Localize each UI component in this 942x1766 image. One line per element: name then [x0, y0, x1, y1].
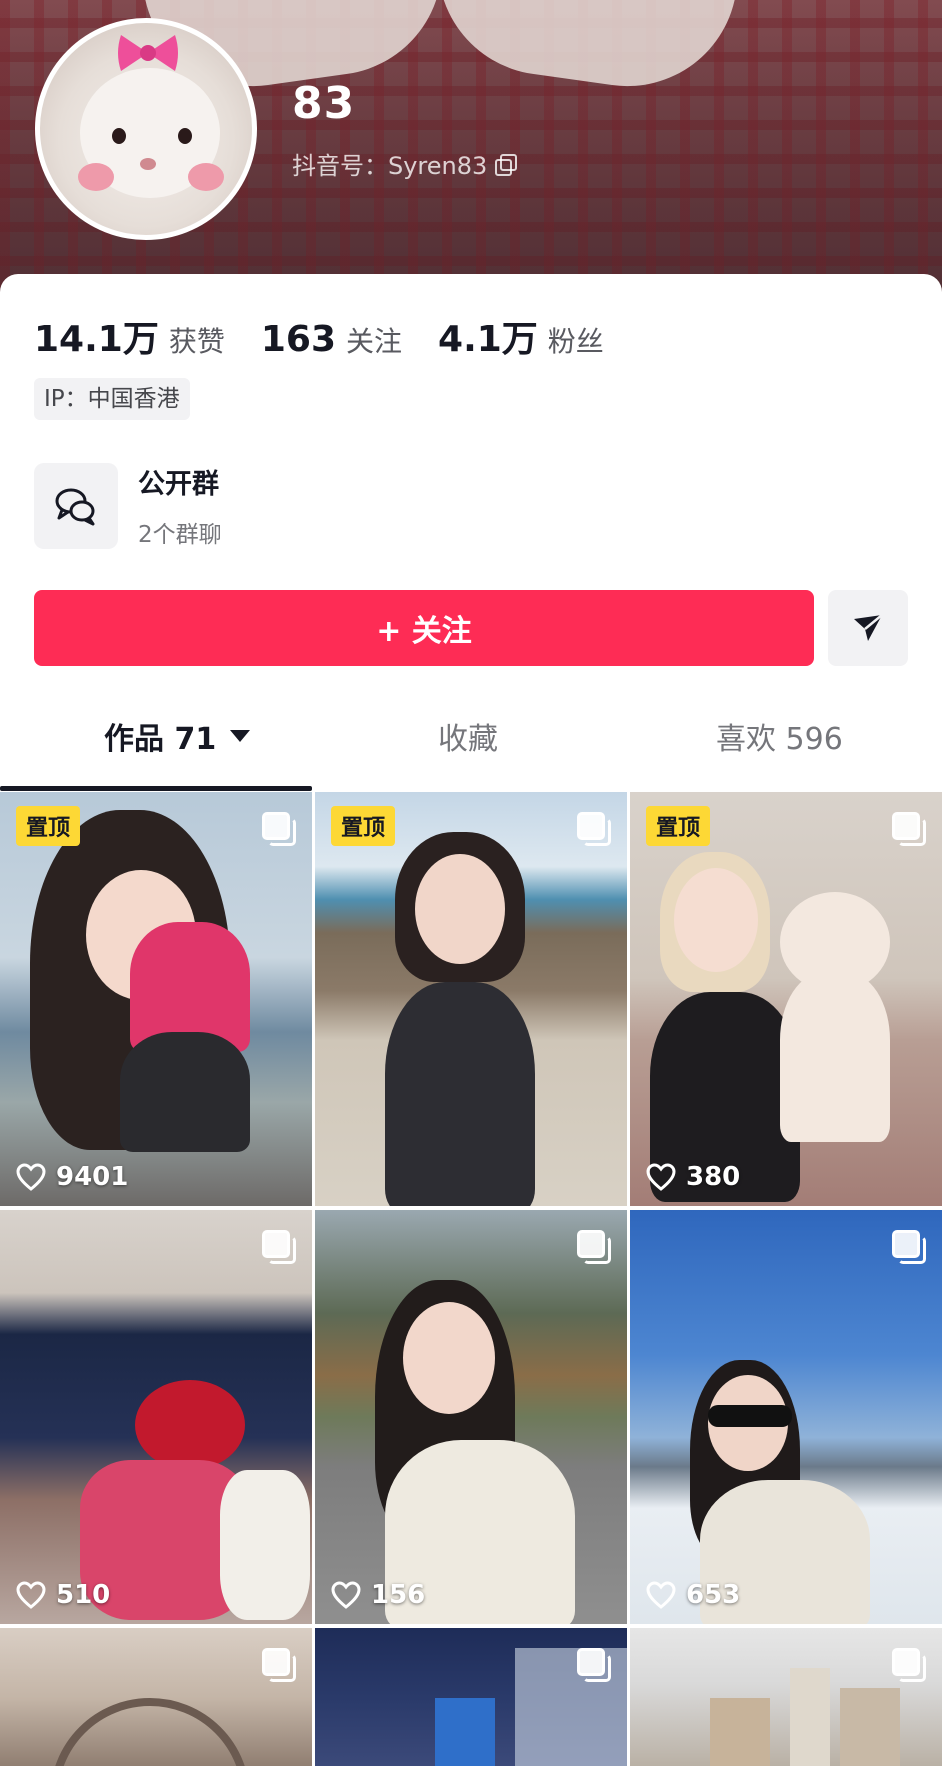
video-likes-count: 9401 [56, 1162, 129, 1192]
video-thumbnail [0, 1210, 312, 1624]
stat-followers[interactable]: 4.1万 粉丝 [438, 310, 604, 362]
video-likes: 156 [331, 1580, 425, 1610]
pinned-badge: 置顶 [331, 806, 396, 846]
video-likes: 510 [16, 1580, 110, 1610]
tab-likes[interactable]: 喜欢 596 [716, 714, 843, 758]
heart-icon [646, 1163, 676, 1191]
heart-icon [16, 1163, 46, 1191]
video-thumbnail [0, 792, 312, 1206]
heart-icon [16, 1581, 46, 1609]
video-tile[interactable]: 510 [0, 1210, 312, 1624]
active-tab-indicator [0, 786, 312, 791]
bow-icon [118, 35, 178, 71]
chat-bubbles-icon [55, 488, 95, 525]
douyin-id-text: 抖音号：Syren83 [292, 152, 488, 180]
video-likes: 9401 [16, 1162, 128, 1192]
video-tile[interactable] [630, 1628, 942, 1766]
multi-image-icon [892, 1648, 926, 1682]
stat-following[interactable]: 163 关注 [261, 319, 402, 360]
video-thumbnail [315, 1210, 627, 1624]
video-tile[interactable]: 653 [630, 1210, 942, 1624]
multi-image-icon [892, 812, 926, 846]
video-tile[interactable]: 置顶 380 [630, 792, 942, 1206]
share-button[interactable] [828, 590, 908, 666]
pinned-badge: 置顶 [646, 806, 711, 846]
video-likes-count: 156 [371, 1580, 426, 1610]
video-tile[interactable]: 156 [315, 1210, 627, 1624]
video-likes-count: 653 [686, 1580, 741, 1610]
send-icon [854, 614, 883, 641]
avatar[interactable] [35, 18, 257, 240]
stats-row: 14.1万 获赞 163 关注 4.1万 粉丝 [34, 310, 640, 362]
stat-followers-label: 粉丝 [547, 325, 604, 358]
stat-following-label: 关注 [346, 325, 403, 358]
public-group-entry[interactable]: 公开群 2个群聊 [34, 462, 222, 549]
multi-image-icon [577, 812, 611, 846]
multi-image-icon [262, 1648, 296, 1682]
video-likes-count: 380 [686, 1162, 741, 1192]
video-likes: 653 [646, 1580, 740, 1610]
video-tile[interactable] [0, 1628, 312, 1766]
content-tabs: 作品 71 收藏 喜欢 596 [0, 692, 942, 792]
copy-icon[interactable] [495, 153, 518, 176]
heart-icon [646, 1581, 676, 1609]
multi-image-icon [577, 1648, 611, 1682]
tab-works[interactable]: 作品 71 [104, 714, 251, 758]
video-likes: 380 [646, 1162, 740, 1192]
stat-following-value: 163 [260, 319, 336, 360]
stat-likes[interactable]: 14.1万 获赞 [34, 310, 225, 362]
pinned-badge: 置顶 [16, 806, 81, 846]
multi-image-icon [892, 1230, 926, 1264]
multi-image-icon [262, 1230, 296, 1264]
video-tile[interactable]: 置顶 [315, 792, 627, 1206]
video-thumbnail [630, 1210, 942, 1624]
tab-favorites[interactable]: 收藏 [438, 714, 498, 758]
video-thumbnail [315, 792, 627, 1206]
group-subtitle: 2个群聊 [138, 522, 222, 548]
stat-likes-value: 14.1万 [34, 319, 159, 360]
video-tile[interactable]: 置顶 9401 [0, 792, 312, 1206]
stat-followers-value: 4.1万 [438, 319, 538, 360]
caret-down-icon [230, 730, 251, 742]
heart-icon [331, 1581, 361, 1609]
ip-location-tag: IP：中国香港 [34, 378, 190, 420]
video-tile[interactable] [315, 1628, 627, 1766]
douyin-id[interactable]: 抖音号：Syren83 [292, 146, 518, 181]
follow-button[interactable]: + 关注 [34, 590, 814, 666]
video-thumbnail [630, 792, 942, 1206]
profile-name: 83 [292, 78, 356, 129]
multi-image-icon [577, 1230, 611, 1264]
tab-works-label: 作品 71 [104, 722, 217, 757]
stat-likes-label: 获赞 [168, 325, 225, 358]
video-likes-count: 510 [56, 1580, 111, 1610]
multi-image-icon [262, 812, 296, 846]
group-title: 公开群 [138, 469, 219, 500]
